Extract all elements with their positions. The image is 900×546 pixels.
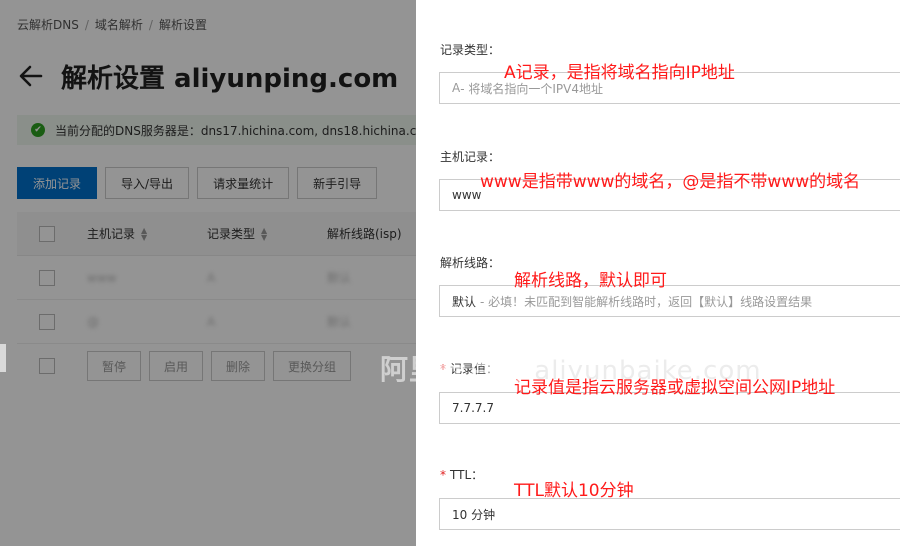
watermark-cn: 阿里云百科 xyxy=(380,353,526,386)
ttl-label-text: TTL： xyxy=(450,468,484,482)
ttl-value: 10 分钟 xyxy=(452,507,496,522)
ttl-label: * TTL： xyxy=(440,466,483,483)
host-label: 主机记录： xyxy=(440,150,501,164)
modal-overlay[interactable] xyxy=(0,0,416,546)
watermark: 阿里云百科 aliyunbaike.com xyxy=(380,348,762,388)
ttl-select[interactable]: 10 分钟 xyxy=(439,498,900,530)
record-type-label: 记录类型： xyxy=(440,43,501,57)
annotation-ttl: TTL默认10分钟 xyxy=(514,481,634,501)
watermark-domain: aliyunbaike.com xyxy=(525,356,762,386)
annotation-record-type: A记录，是指将域名指向IP地址 xyxy=(504,63,735,83)
record-type-value: A xyxy=(452,81,461,95)
line-hint: - 必填！未匹配到智能解析线路时，返回【默认】线路设置结果 xyxy=(480,294,813,309)
required-mark: * xyxy=(440,468,446,482)
annotation-host: www是指带www的域名，@是指不带www的域名 xyxy=(480,172,861,192)
value-value: 7.7.7.7 xyxy=(452,401,494,415)
annotation-line: 解析线路，默认即可 xyxy=(514,271,667,291)
host-value: www xyxy=(452,188,482,202)
add-record-drawer: 记录类型： A- 将域名指向一个IPV4地址 A记录，是指将域名指向IP地址 主… xyxy=(416,0,900,546)
drawer-handle[interactable] xyxy=(0,344,6,372)
line-value: 默认 xyxy=(452,294,477,309)
line-select[interactable]: 默认 - 必填！未匹配到智能解析线路时，返回【默认】线路设置结果 xyxy=(439,285,900,317)
line-label: 解析线路： xyxy=(440,256,501,270)
